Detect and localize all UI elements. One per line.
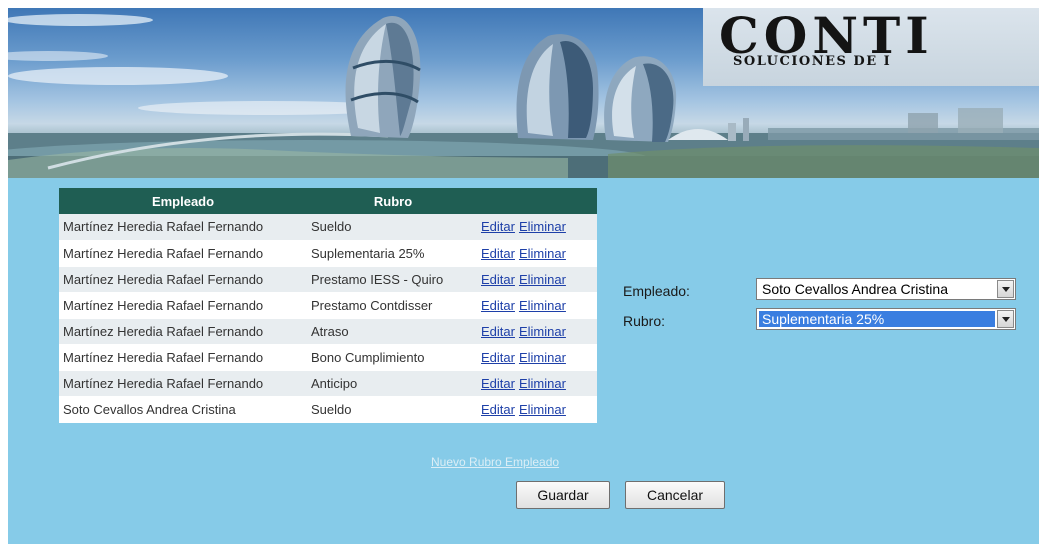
cell-actions: Editar Eliminar xyxy=(479,240,597,267)
cell-empleado: Martínez Heredia Rafael Fernando xyxy=(59,266,307,293)
cell-empleado: Martínez Heredia Rafael Fernando xyxy=(59,344,307,371)
cell-rubro: Suplementaria 25% xyxy=(307,240,479,267)
rubro-select[interactable]: Suplementaria 25% xyxy=(756,308,1016,330)
column-header-empleado: Empleado xyxy=(59,188,307,214)
edit-link[interactable]: Editar xyxy=(481,350,515,365)
delete-link[interactable]: Eliminar xyxy=(519,350,566,365)
delete-link[interactable]: Eliminar xyxy=(519,376,566,391)
cell-actions: Editar Eliminar xyxy=(479,266,597,293)
table-row: Martínez Heredia Rafael Fernando Anticip… xyxy=(59,370,597,397)
table-row: Martínez Heredia Rafael Fernando Atraso … xyxy=(59,318,597,345)
cell-actions: Editar Eliminar xyxy=(479,318,597,345)
delete-link[interactable]: Eliminar xyxy=(519,402,566,417)
company-logo: CONTI SOLUCIONES DE I xyxy=(703,8,1039,86)
cell-rubro: Atraso xyxy=(307,318,479,345)
cell-actions: Editar Eliminar xyxy=(479,344,597,371)
edit-link[interactable]: Editar xyxy=(481,298,515,313)
edit-link[interactable]: Editar xyxy=(481,246,515,261)
table-header-row: Empleado Rubro xyxy=(59,188,597,214)
edit-link[interactable]: Editar xyxy=(481,272,515,287)
employee-items-table: Empleado Rubro Martínez Heredia Rafael F… xyxy=(59,188,597,423)
cell-actions: Editar Eliminar xyxy=(479,370,597,397)
logo-tagline: SOLUCIONES DE I xyxy=(733,54,892,69)
table-row: Martínez Heredia Rafael Fernando Prestam… xyxy=(59,266,597,293)
cancel-button[interactable]: Cancelar xyxy=(625,481,725,509)
empleado-select[interactable]: Soto Cevallos Andrea Cristina xyxy=(756,278,1016,300)
rubro-selected-value: Suplementaria 25% xyxy=(759,311,995,327)
delete-link[interactable]: Eliminar xyxy=(519,272,566,287)
cell-actions: Editar Eliminar xyxy=(479,396,597,423)
column-header-rubro: Rubro xyxy=(307,188,479,214)
table-row: Martínez Heredia Rafael Fernando Bono Cu… xyxy=(59,344,597,371)
delete-link[interactable]: Eliminar xyxy=(519,219,566,234)
page-frame: CONTI SOLUCIONES DE I Empleado Rubro Mar… xyxy=(8,8,1039,544)
cell-empleado: Martínez Heredia Rafael Fernando xyxy=(59,240,307,267)
new-employee-item-link[interactable]: Nuevo Rubro Empleado xyxy=(431,455,559,469)
empleado-selected-value: Soto Cevallos Andrea Cristina xyxy=(762,281,948,297)
edit-link[interactable]: Editar xyxy=(481,219,515,234)
cell-rubro: Anticipo xyxy=(307,370,479,397)
cell-empleado: Martínez Heredia Rafael Fernando xyxy=(59,318,307,345)
table-row: Martínez Heredia Rafael Fernando Supleme… xyxy=(59,240,597,267)
cell-actions: Editar Eliminar xyxy=(479,214,597,241)
edit-link[interactable]: Editar xyxy=(481,402,515,417)
table-row: Martínez Heredia Rafael Fernando Sueldo … xyxy=(59,214,597,241)
cell-empleado: Martínez Heredia Rafael Fernando xyxy=(59,292,307,319)
cell-rubro: Sueldo xyxy=(307,214,479,241)
cell-rubro: Sueldo xyxy=(307,396,479,423)
delete-link[interactable]: Eliminar xyxy=(519,298,566,313)
cell-actions: Editar Eliminar xyxy=(479,292,597,319)
edit-link[interactable]: Editar xyxy=(481,324,515,339)
cell-rubro: Bono Cumplimiento xyxy=(307,344,479,371)
cell-empleado: Martínez Heredia Rafael Fernando xyxy=(59,214,307,241)
header-banner: CONTI SOLUCIONES DE I xyxy=(8,8,1039,178)
chevron-down-icon[interactable] xyxy=(997,310,1014,328)
rubro-label: Rubro: xyxy=(623,313,666,329)
column-header-actions xyxy=(479,188,597,214)
chevron-down-icon[interactable] xyxy=(997,280,1014,298)
cell-empleado: Soto Cevallos Andrea Cristina xyxy=(59,396,307,423)
cell-empleado: Martínez Heredia Rafael Fernando xyxy=(59,370,307,397)
delete-link[interactable]: Eliminar xyxy=(519,246,566,261)
edit-link[interactable]: Editar xyxy=(481,376,515,391)
empleado-label: Empleado: xyxy=(623,283,690,299)
save-button[interactable]: Guardar xyxy=(516,481,610,509)
cell-rubro: Prestamo IESS - Quiro xyxy=(307,266,479,293)
table-row: Martínez Heredia Rafael Fernando Prestam… xyxy=(59,292,597,319)
table-row: Soto Cevallos Andrea Cristina Sueldo Edi… xyxy=(59,396,597,423)
delete-link[interactable]: Eliminar xyxy=(519,324,566,339)
cell-rubro: Prestamo Contdisser xyxy=(307,292,479,319)
